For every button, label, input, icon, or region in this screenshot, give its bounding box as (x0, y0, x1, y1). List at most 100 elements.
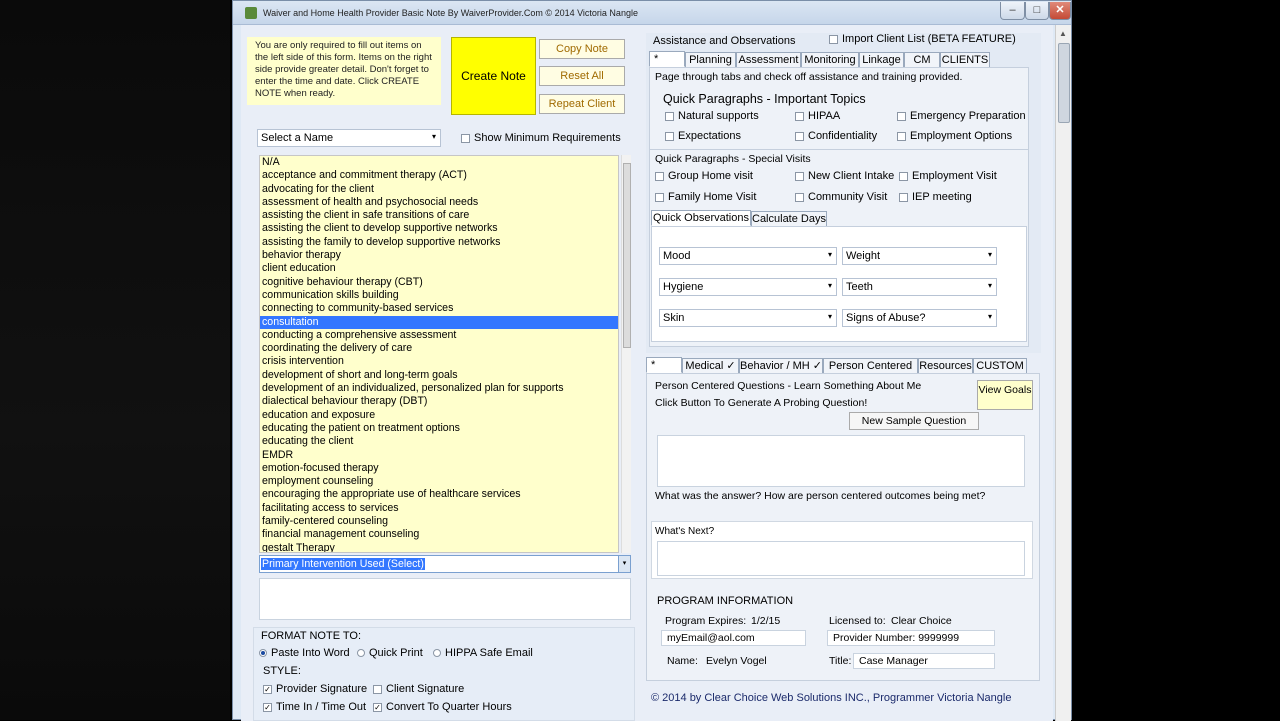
intervention-list-item[interactable]: conducting a comprehensive assessment (260, 329, 618, 342)
intervention-list-item[interactable]: educating the patient on treatment optio… (260, 422, 618, 435)
tab-behavior-mh[interactable]: Behavior / MH ✓ (739, 358, 823, 374)
reset-all-button[interactable]: Reset All (539, 66, 625, 86)
select-name-dropdown[interactable]: Select a Name ▾ (257, 129, 441, 147)
intervention-list-item[interactable]: educating the client (260, 435, 618, 448)
intervention-list-item[interactable]: acceptance and commitment therapy (ACT) (260, 169, 618, 182)
whats-next-textbox[interactable] (657, 541, 1025, 576)
intervention-list-item[interactable]: assisting the family to develop supporti… (260, 236, 618, 249)
primary-intervention-select[interactable]: Primary Intervention Used (Select) ▾ (259, 555, 631, 573)
intervention-list-item[interactable]: cognitive behaviour therapy (CBT) (260, 276, 618, 289)
intervention-listbox[interactable]: N/A acceptance and commitment therapy (AC… (259, 155, 619, 553)
tab-person-centered[interactable]: Person Centered ✓ (823, 358, 918, 386)
chevron-down-icon[interactable]: ▾ (618, 556, 630, 572)
scrollbar-thumb[interactable] (623, 163, 631, 348)
intervention-list-item[interactable]: development of short and long-term goals (260, 369, 618, 382)
observation-weight-dropdown[interactable]: Weight ▾ (842, 247, 997, 265)
intervention-list-item[interactable]: N/A (260, 156, 618, 169)
intervention-list-item[interactable]: emotion-focused therapy (260, 462, 618, 475)
intervention-list-item[interactable]: communication skills building (260, 289, 618, 302)
scrollbar-thumb[interactable] (1058, 43, 1070, 123)
intervention-list-item[interactable]: assessment of health and psychosocial ne… (260, 196, 618, 209)
intervention-list-item[interactable]: development of an individualized, person… (260, 382, 618, 395)
copy-note-button[interactable]: Copy Note (539, 39, 625, 59)
format-quick-print-radio[interactable]: Quick Print (357, 647, 423, 659)
observation-skin-dropdown[interactable]: Skin ▾ (659, 309, 837, 327)
window-scrollbar[interactable]: ▲ (1055, 25, 1071, 721)
intervention-list-item[interactable]: employment counseling (260, 475, 618, 488)
observation-mood-dropdown[interactable]: Mood ▾ (659, 247, 837, 265)
minimize-button[interactable]: – (1000, 2, 1025, 20)
visit-family-home[interactable]: Family Home Visit (655, 191, 756, 203)
observation-value: Hygiene (663, 281, 704, 293)
question-answer-textbox[interactable] (657, 435, 1025, 487)
intervention-list-item[interactable]: facilitating access to services (260, 502, 618, 515)
maximize-button[interactable]: □ (1025, 2, 1049, 20)
intervention-list-item[interactable]: consultation (260, 315, 618, 329)
intervention-list-item[interactable]: behavior therapy (260, 249, 618, 262)
create-note-button[interactable]: Create Note (451, 37, 536, 115)
intervention-list-scrollbar[interactable] (621, 155, 631, 553)
tab-bottom-star[interactable]: * (646, 357, 682, 373)
format-hippa-email-radio[interactable]: HIPPA Safe Email (433, 647, 533, 659)
intervention-list-item[interactable]: assisting the client to develop supporti… (260, 222, 618, 235)
visit-group-home[interactable]: Group Home visit (655, 170, 753, 182)
tab-clients[interactable]: CLIENTS (940, 52, 990, 68)
observation-teeth-dropdown[interactable]: Teeth ▾ (842, 278, 997, 296)
tab-assessment[interactable]: Assessment (736, 52, 801, 68)
tab-monitoring[interactable]: Monitoring (801, 52, 859, 68)
intervention-list-item[interactable]: client education (260, 262, 618, 275)
tab-cm[interactable]: CM (904, 52, 940, 68)
repeat-client-button[interactable]: Repeat Client (539, 94, 625, 114)
provider-number-field[interactable]: Provider Number: 9999999 (827, 630, 995, 646)
intervention-list-item[interactable]: assisting the client in safe transitions… (260, 209, 618, 222)
intervention-list-item[interactable]: advocating for the client (260, 183, 618, 196)
topic-employment-options[interactable]: Employment Options (897, 130, 1012, 142)
tab-linkage[interactable]: Linkage (859, 52, 904, 68)
visit-employment[interactable]: Employment Visit (899, 170, 997, 182)
tab-quick-observations[interactable]: Quick Observations (651, 210, 751, 226)
tab-resources[interactable]: Resources (918, 358, 973, 374)
import-client-list-checkbox[interactable]: Import Client List (BETA FEATURE) (829, 33, 1016, 45)
intervention-list-item[interactable]: dialectical behaviour therapy (DBT) (260, 395, 618, 408)
visit-iep-meeting[interactable]: IEP meeting (899, 191, 972, 203)
format-paste-word-radio[interactable]: Paste Into Word (259, 647, 350, 659)
visit-community[interactable]: Community Visit (795, 191, 887, 203)
intervention-list-item[interactable]: financial management counseling (260, 528, 618, 541)
visit-new-client-intake[interactable]: New Client Intake (795, 170, 894, 182)
intervention-list-item[interactable]: education and exposure (260, 409, 618, 422)
email-field[interactable]: myEmail@aol.com (661, 630, 806, 646)
show-min-req-toggle[interactable]: Show Minimum Requirements (461, 132, 621, 144)
topic-confidentiality[interactable]: Confidentiality (795, 130, 877, 142)
tab-calculate-days[interactable]: Calculate Days (751, 211, 827, 227)
close-button[interactable]: ✕ (1049, 2, 1071, 20)
quarter-hours-checkbox[interactable]: ✓ Convert To Quarter Hours (373, 701, 512, 713)
provider-signature-checkbox[interactable]: ✓ Provider Signature (263, 683, 367, 695)
tab-custom[interactable]: CUSTOM (973, 358, 1027, 374)
client-signature-checkbox[interactable]: Client Signature (373, 683, 464, 695)
tab-medical[interactable]: Medical ✓ (682, 358, 739, 374)
title-field[interactable]: Case Manager (853, 653, 995, 669)
intervention-list-item[interactable]: family-centered counseling (260, 515, 618, 528)
tab-planning[interactable]: Planning (685, 52, 736, 68)
time-in-out-checkbox[interactable]: ✓ Time In / Time Out (263, 701, 366, 713)
intervention-list-item[interactable]: gestalt Therapy (260, 542, 618, 552)
topic-expectations[interactable]: Expectations (665, 130, 741, 142)
scroll-up-icon[interactable]: ▲ (1059, 29, 1067, 38)
topic-natural-supports[interactable]: Natural supports (665, 110, 759, 122)
visit-label: Community Visit (808, 191, 888, 203)
intervention-list-item[interactable]: connecting to community-based services (260, 302, 618, 315)
intervention-list-item[interactable]: crisis intervention (260, 355, 618, 368)
observation-hygiene-dropdown[interactable]: Hygiene ▾ (659, 278, 837, 296)
chevron-down-icon: ▾ (827, 250, 832, 259)
intervention-list-item[interactable]: coordinating the delivery of care (260, 342, 618, 355)
topic-hipaa[interactable]: HIPAA (795, 110, 840, 122)
intervention-list-item[interactable]: encouraging the appropriate use of healt… (260, 488, 618, 501)
new-sample-question-button[interactable]: New Sample Question (849, 412, 979, 430)
app-window: Waiver and Home Health Provider Basic No… (232, 0, 1072, 721)
topic-emergency-preparation[interactable]: Emergency Preparation (897, 110, 1026, 122)
tab-star[interactable]: * (649, 51, 685, 67)
view-goals-button[interactable]: View Goals (977, 380, 1033, 410)
intervention-list-item[interactable]: EMDR (260, 449, 618, 462)
observation-signs-of-abuse-dropdown[interactable]: Signs of Abuse? ▾ (842, 309, 997, 327)
note-textbox[interactable] (259, 578, 631, 620)
